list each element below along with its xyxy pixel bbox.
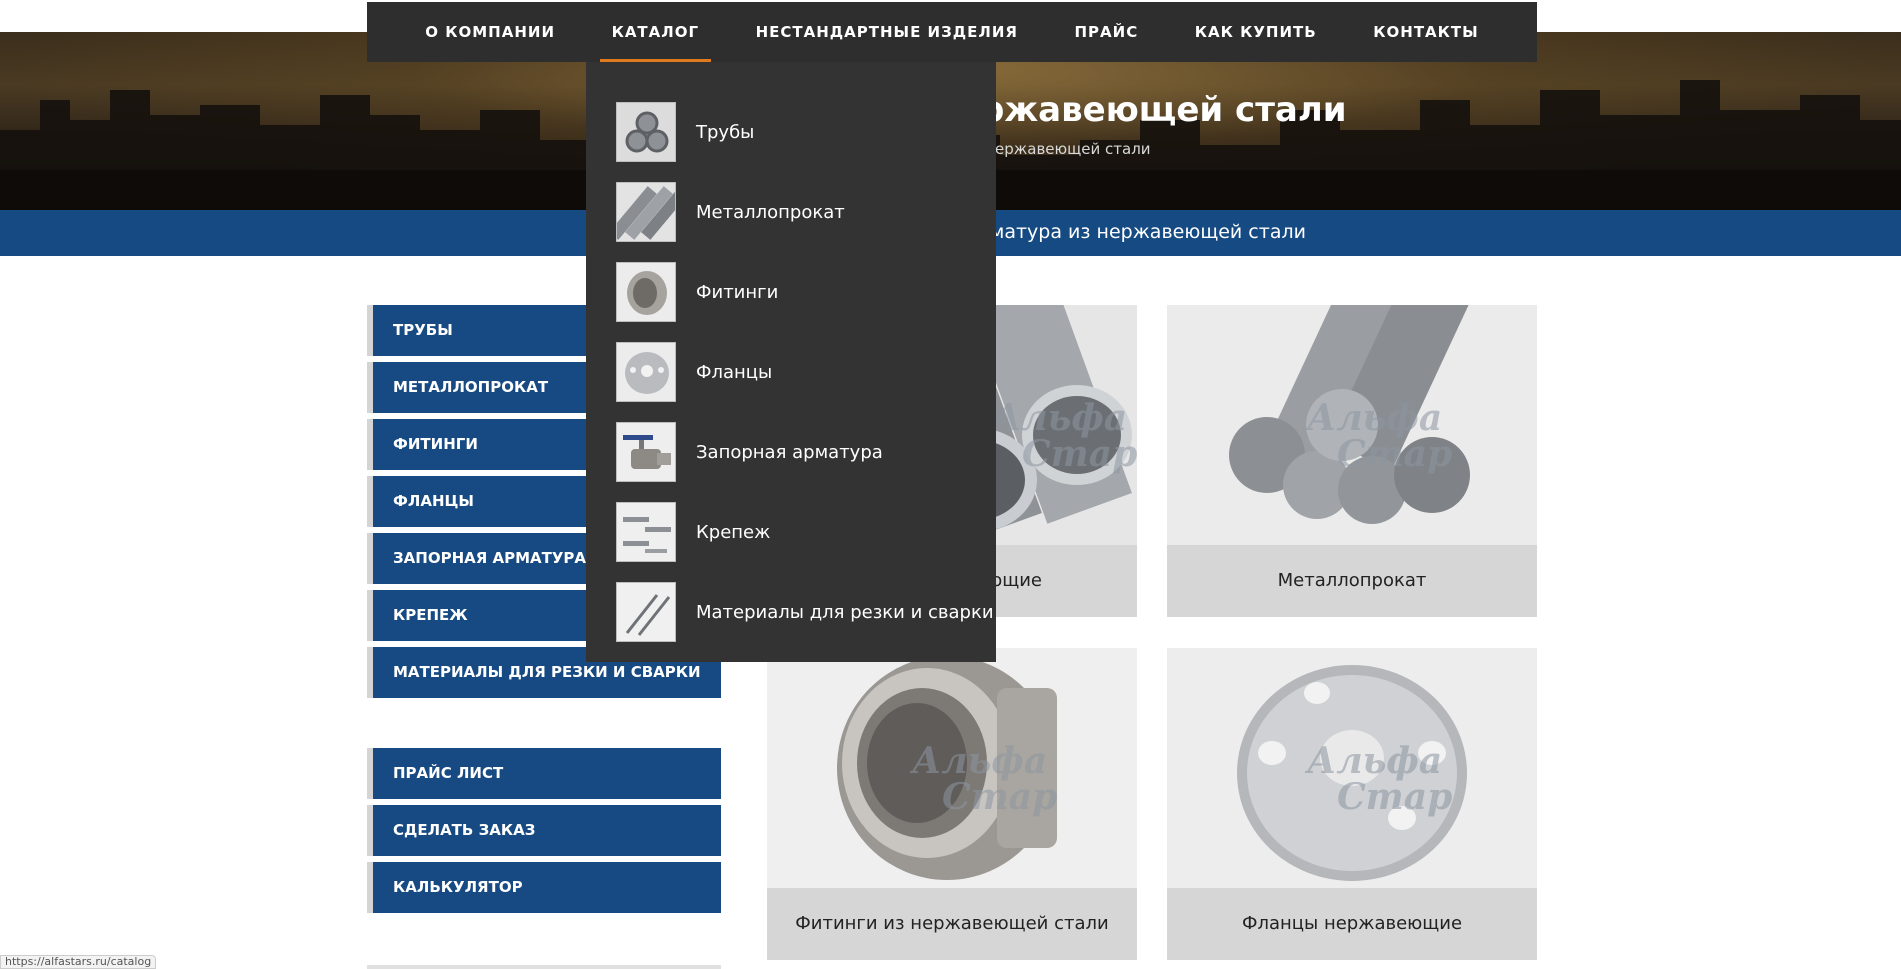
product-caption: Фитинги из нержавеющей стали <box>767 888 1137 960</box>
dropdown-item-fittings[interactable]: Фитинги <box>586 252 996 332</box>
browser-status-url: https://alfastars.ru/catalog <box>0 955 157 969</box>
dropdown-item-label: Материалы для резки и сварки <box>696 601 994 623</box>
pipes-thumbnail <box>616 102 676 162</box>
watermark-text: Альфа Стар <box>912 740 1058 818</box>
sidebar-item-make-order[interactable]: СДЕЛАТЬ ЗАКАЗ <box>367 805 721 856</box>
product-card-fittings[interactable]: Альфа Стар Фитинги из нержавеющей стали <box>767 648 1137 960</box>
page-title: ржавеющей стали <box>980 90 1347 130</box>
dropdown-item-label: Запорная арматура <box>696 441 883 463</box>
watermark-text: Альфа Стар <box>1307 740 1453 818</box>
fitting-image: Альфа Стар <box>767 648 1137 888</box>
nav-catalog[interactable]: КАТАЛОГ <box>599 2 712 62</box>
dropdown-item-valves[interactable]: Запорная арматура <box>586 412 996 492</box>
breadcrumb: ержавеющей стали <box>995 140 1151 158</box>
dropdown-item-flanges[interactable]: Фланцы <box>586 332 996 412</box>
watermark-text: Альфа Стар <box>992 397 1137 475</box>
flanges-thumbnail <box>616 342 676 402</box>
watermark-text: Альфа Стар <box>1307 397 1453 475</box>
product-card-flanges[interactable]: Альфа Стар Фланцы нержавеющие <box>1167 648 1537 960</box>
product-caption: Фланцы нержавеющие <box>1167 888 1537 960</box>
nav-contacts[interactable]: КОНТАКТЫ <box>1361 2 1490 62</box>
metal-bars-image: Альфа Стар <box>1167 305 1537 545</box>
dropdown-item-metal[interactable]: Металлопрокат <box>586 172 996 252</box>
catalog-dropdown: Трубы Металлопрокат Фитинги Фланцы Запор… <box>586 62 996 662</box>
product-caption: Металлопрокат <box>1167 545 1537 617</box>
sidebar-item-calculator[interactable]: КАЛЬКУЛЯТОР <box>367 862 721 913</box>
product-card-metal[interactable]: Альфа Стар Металлопрокат <box>1167 305 1537 617</box>
valves-thumbnail <box>616 422 676 482</box>
nav-custom-products[interactable]: НЕСТАНДАРТНЫЕ ИЗДЕЛИЯ <box>744 2 1030 62</box>
sidebar-item-price-list[interactable]: ПРАЙС ЛИСТ <box>367 748 721 799</box>
nav-how-to-buy[interactable]: КАК КУПИТЬ <box>1183 2 1329 62</box>
category-band-text: матура из нержавеющей стали <box>990 221 1306 243</box>
welding-thumbnail <box>616 582 676 642</box>
sidebar-divider <box>367 965 721 969</box>
fittings-thumbnail <box>616 262 676 322</box>
top-navigation: О КОМПАНИИ КАТАЛОГ НЕСТАНДАРТНЫЕ ИЗДЕЛИЯ… <box>367 2 1537 62</box>
fasteners-thumbnail <box>616 502 676 562</box>
dropdown-item-welding[interactable]: Материалы для резки и сварки <box>586 572 996 652</box>
dropdown-item-label: Фитинги <box>696 281 779 303</box>
dropdown-item-label: Металлопрокат <box>696 201 845 223</box>
dropdown-item-label: Крепеж <box>696 521 771 543</box>
nav-price[interactable]: ПРАЙС <box>1062 2 1150 62</box>
dropdown-item-pipes[interactable]: Трубы <box>586 92 996 172</box>
flange-image: Альфа Стар <box>1167 648 1537 888</box>
dropdown-item-label: Трубы <box>696 121 755 143</box>
metal-thumbnail <box>616 182 676 242</box>
nav-about[interactable]: О КОМПАНИИ <box>413 2 567 62</box>
dropdown-item-fasteners[interactable]: Крепеж <box>586 492 996 572</box>
dropdown-item-label: Фланцы <box>696 361 773 383</box>
